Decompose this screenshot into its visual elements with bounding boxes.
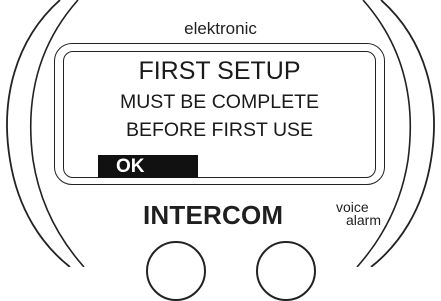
hardware-button-left[interactable] bbox=[146, 241, 206, 301]
screen-message-line-1: MUST BE COMPLETE bbox=[119, 91, 319, 113]
screen-message-line-2: BEFORE FIRST USE bbox=[125, 119, 314, 141]
hardware-button-right[interactable] bbox=[256, 241, 316, 301]
screen-title: FIRST SETUP bbox=[138, 57, 301, 85]
brand-top-label: elektronic bbox=[184, 19, 257, 38]
ok-button[interactable]: OK bbox=[98, 155, 198, 178]
brand-name: INTERCOM bbox=[143, 200, 284, 230]
brand-subtitle-alarm: alarm bbox=[346, 212, 382, 228]
